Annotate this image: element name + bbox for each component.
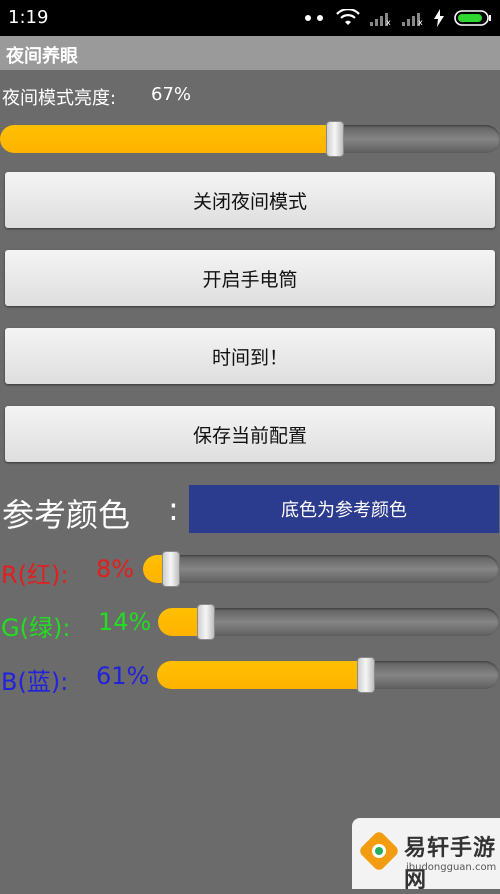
- app-title: 夜间养眼: [6, 46, 78, 67]
- svg-text:x: x: [386, 18, 391, 26]
- reference-swatch-text: 底色为参考颜色: [281, 500, 407, 521]
- reference-color-label: 参考颜色: [2, 496, 131, 534]
- open-flashlight-label: 开启手电筒: [202, 268, 298, 291]
- red-label: R(红):: [1, 561, 69, 589]
- charging-icon: [434, 9, 444, 27]
- brightness-value: 67%: [151, 84, 192, 105]
- close-night-mode-button[interactable]: 关闭夜间模式: [5, 172, 495, 228]
- time-up-button[interactable]: 时间到！: [5, 328, 495, 384]
- blue-slider[interactable]: [157, 656, 499, 694]
- slider-thumb[interactable]: [326, 121, 344, 157]
- green-slider[interactable]: [158, 603, 499, 641]
- open-flashlight-button[interactable]: 开启手电筒: [5, 250, 495, 306]
- signal-icon: x: [370, 13, 391, 26]
- reference-colon: :: [168, 490, 179, 528]
- save-config-label: 保存当前配置: [192, 424, 307, 447]
- slider-fill: [157, 661, 366, 689]
- status-icons: x x: [304, 8, 492, 28]
- close-night-mode-label: 关闭夜间模式: [192, 190, 307, 213]
- watermark-logo-icon: [360, 832, 398, 870]
- wifi-icon: [336, 9, 360, 25]
- svg-text:x: x: [418, 18, 423, 26]
- dots-icon: [305, 15, 323, 21]
- app-bar: 夜间养眼: [0, 36, 500, 70]
- red-value: 8%: [96, 555, 135, 583]
- status-bar: 1:19 x x: [0, 0, 500, 36]
- save-config-button[interactable]: 保存当前配置: [5, 406, 495, 462]
- status-time: 1:19: [8, 7, 49, 28]
- slider-thumb[interactable]: [162, 551, 180, 587]
- slider-thumb[interactable]: [357, 657, 375, 693]
- green-label: G(绿):: [1, 614, 71, 642]
- slider-track: [143, 555, 499, 583]
- slider-thumb[interactable]: [197, 604, 215, 640]
- watermark-subtext: ibudongguan.com: [406, 862, 497, 873]
- reference-color-swatch[interactable]: 底色为参考颜色: [189, 485, 499, 533]
- watermark: 易轩手游网 ibudongguan.com: [352, 818, 500, 893]
- red-slider[interactable]: [143, 550, 499, 588]
- green-value: 14%: [98, 608, 152, 636]
- brightness-slider[interactable]: [0, 120, 500, 158]
- blue-label: B(蓝):: [1, 668, 69, 696]
- blue-value: 61%: [96, 662, 150, 690]
- slider-fill: [0, 125, 335, 153]
- time-up-label: 时间到！: [211, 346, 288, 369]
- brightness-row: 夜间模式亮度: 67%: [0, 84, 500, 110]
- brightness-label: 夜间模式亮度:: [2, 88, 117, 109]
- battery-icon: [454, 10, 491, 26]
- signal-icon: x: [402, 13, 423, 26]
